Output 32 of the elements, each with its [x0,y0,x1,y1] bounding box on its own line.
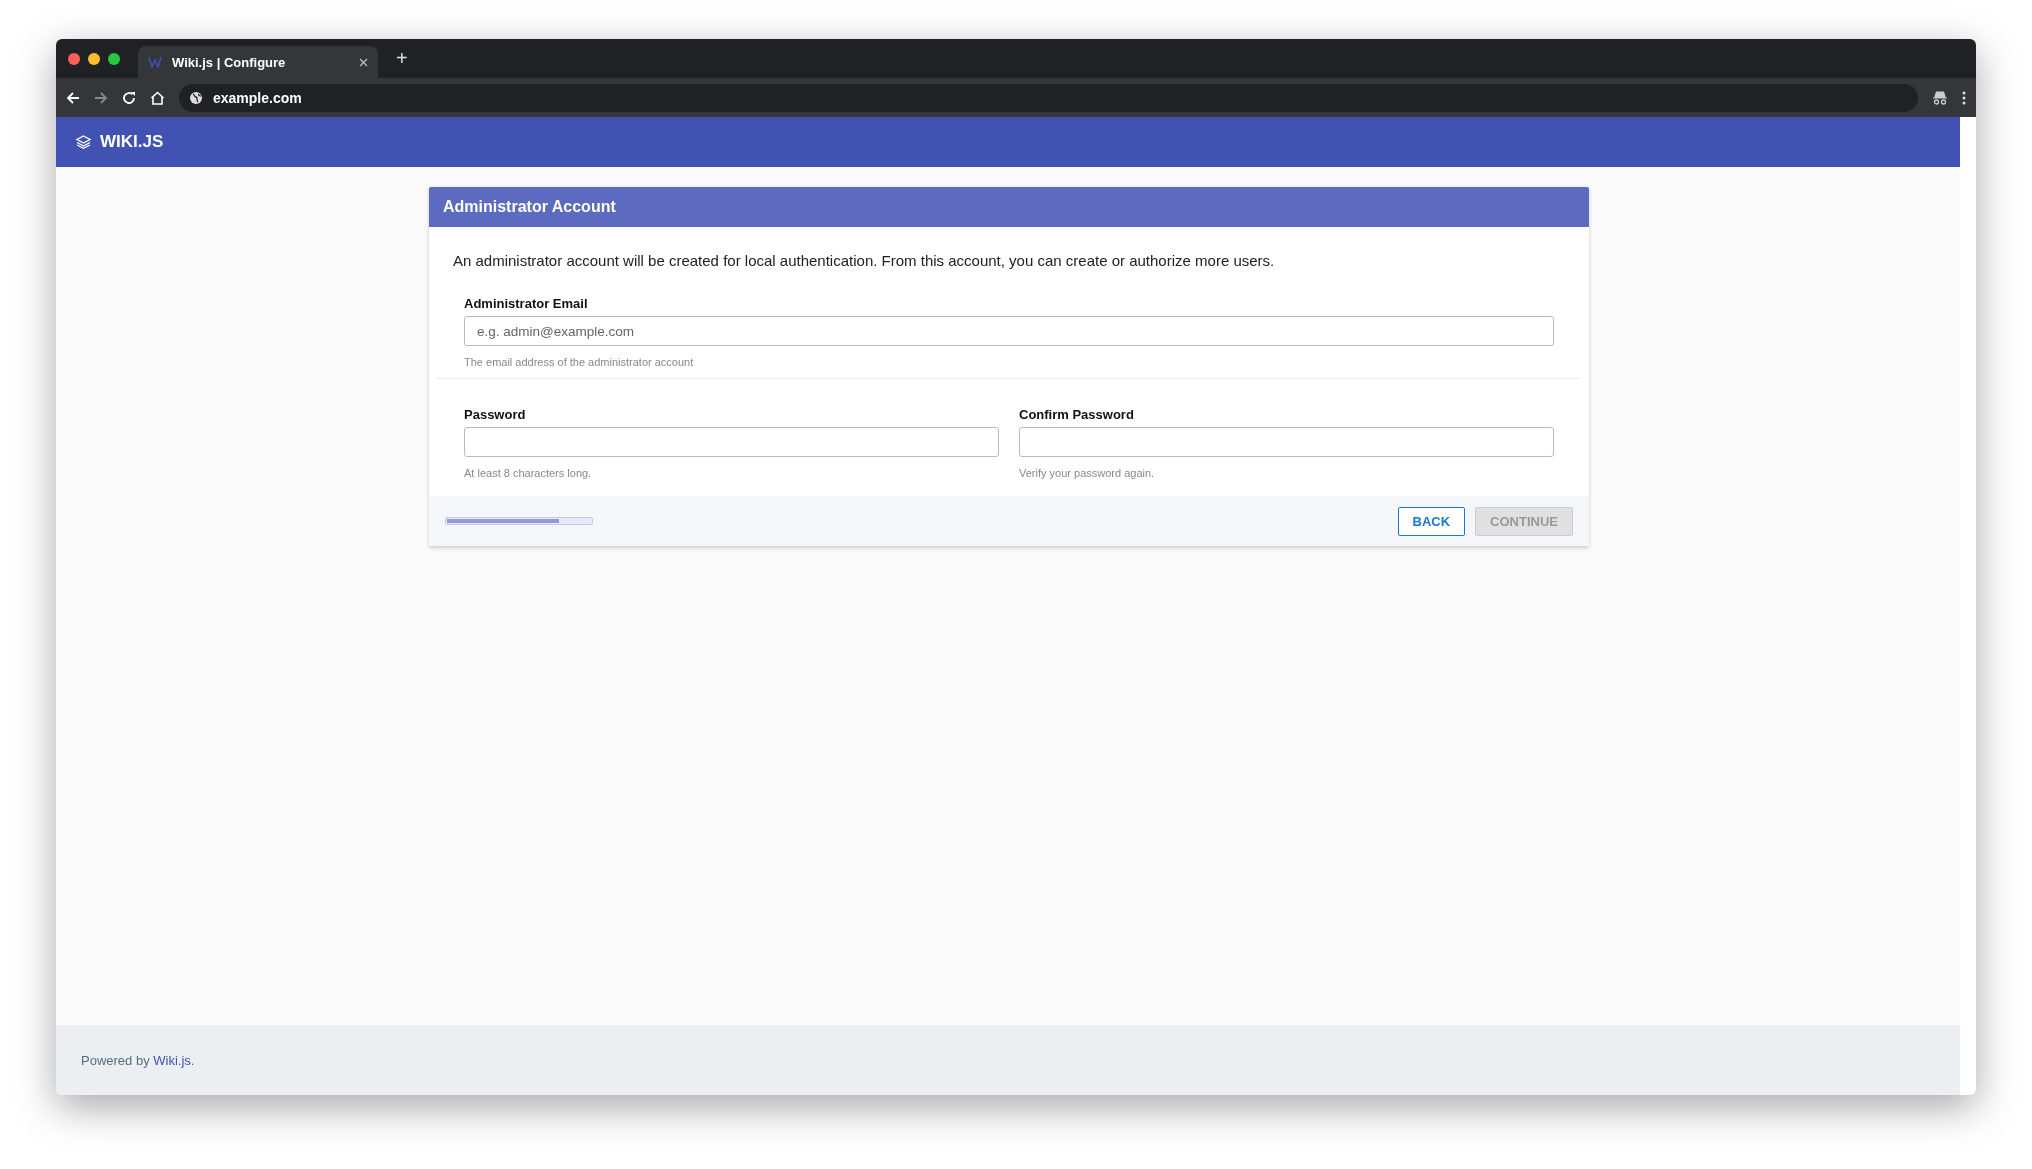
field-hint: The email address of the administrator account [464,356,695,368]
field-label: Confirm Password [1019,407,1135,422]
field-hint: Verify your password again. [1019,467,1156,479]
back-button[interactable]: BACK [1397,506,1466,536]
reload-icon[interactable] [122,90,136,105]
address-bar[interactable]: example.com [179,83,1918,112]
card-title: Administrator Account [429,187,1589,227]
maximize-window-icon[interactable] [108,52,120,65]
field-label: Password [464,407,527,422]
intro-text: An administrator account will be created for local authentication. From this account, you can create or authorize more users. [452,251,1276,271]
password-field[interactable] [1019,427,1554,457]
powered-by-text: Powered by Wiki.js. [81,1052,195,1068]
layers-icon [76,135,91,149]
back-icon[interactable] [66,90,80,105]
password-field[interactable] [464,427,999,457]
field-hint: At least 8 characters long. [464,467,593,479]
close-tab-icon[interactable] [359,57,368,67]
field-label: Administrator Email [464,296,589,311]
url-text: example.com [213,89,302,106]
favicon-icon [148,56,162,68]
wikijs-link[interactable]: Wiki.js [153,1052,191,1068]
forward-icon[interactable] [94,90,108,105]
browser-tab[interactable]: Wiki.js | Configure [138,46,378,78]
minimize-window-icon[interactable] [88,52,100,65]
email-field[interactable]: e.g. admin@example.com [464,316,1554,346]
menu-icon[interactable] [1962,90,1966,105]
globe-icon [189,90,203,105]
app-logo-text[interactable]: WIKI.JS [100,132,164,152]
incognito-icon[interactable] [1932,90,1948,105]
close-window-icon[interactable] [68,52,80,65]
home-icon[interactable] [150,90,165,105]
new-tab-button[interactable]: + [388,47,416,70]
